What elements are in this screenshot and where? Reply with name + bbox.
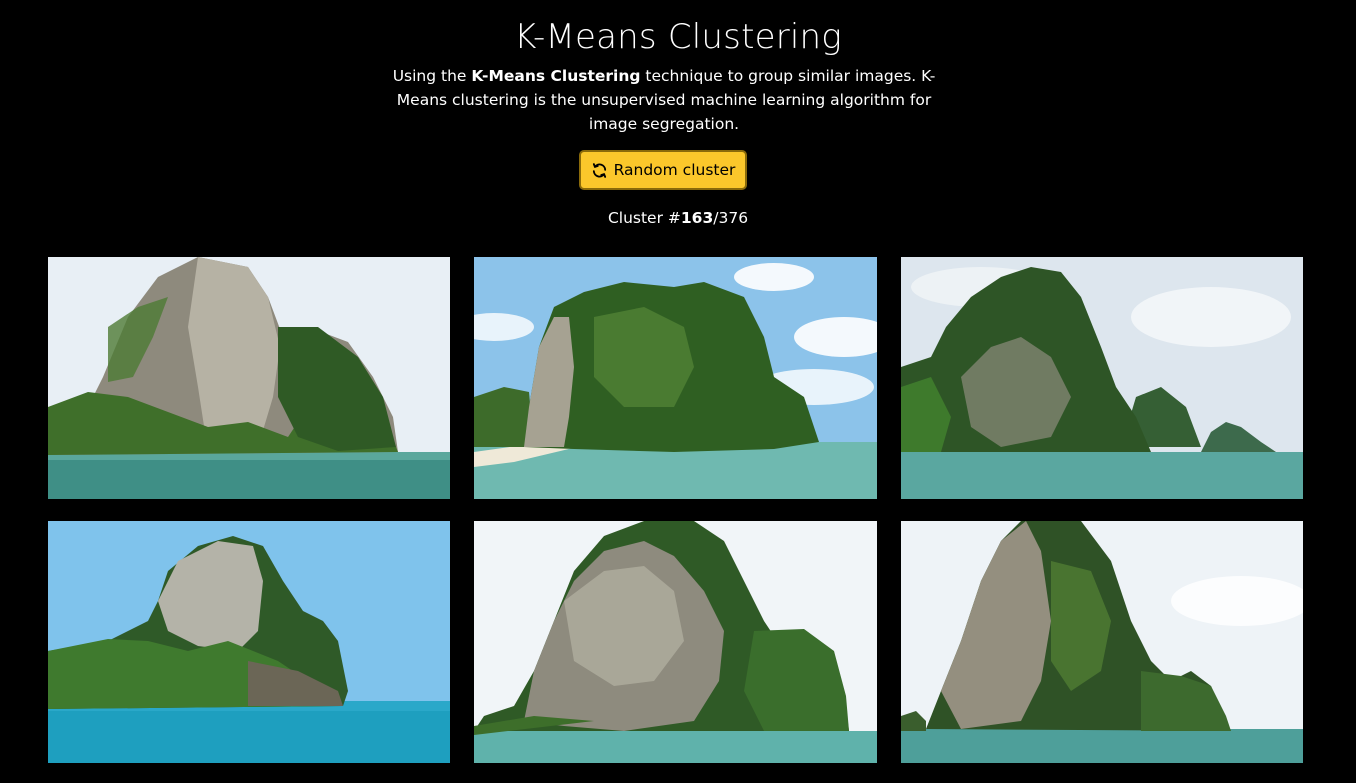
description-prefix: Using the [392, 67, 472, 85]
cluster-current: 163 [680, 209, 714, 227]
cluster-prefix: Cluster # [607, 209, 681, 227]
page-root: K-Means Clustering Using the K-Means Clu… [0, 0, 1356, 783]
cluster-image[interactable] [901, 257, 1303, 499]
cluster-image[interactable] [48, 257, 450, 499]
image-grid [48, 257, 1303, 763]
cluster-counter: Cluster #163/376 [0, 206, 1356, 230]
cluster-image[interactable] [48, 521, 450, 763]
random-cluster-button[interactable]: Random cluster [579, 150, 747, 190]
cluster-image[interactable] [474, 257, 877, 499]
random-cluster-label: Random cluster [613, 161, 736, 179]
page-description: Using the K-Means Clustering technique t… [378, 64, 950, 136]
refresh-icon [591, 162, 608, 179]
cluster-total: 376 [718, 209, 749, 227]
description-bold: K-Means Clustering [471, 67, 641, 85]
cluster-image[interactable] [474, 521, 877, 763]
cluster-image[interactable] [901, 521, 1303, 763]
page-title: K-Means Clustering [514, 17, 842, 57]
